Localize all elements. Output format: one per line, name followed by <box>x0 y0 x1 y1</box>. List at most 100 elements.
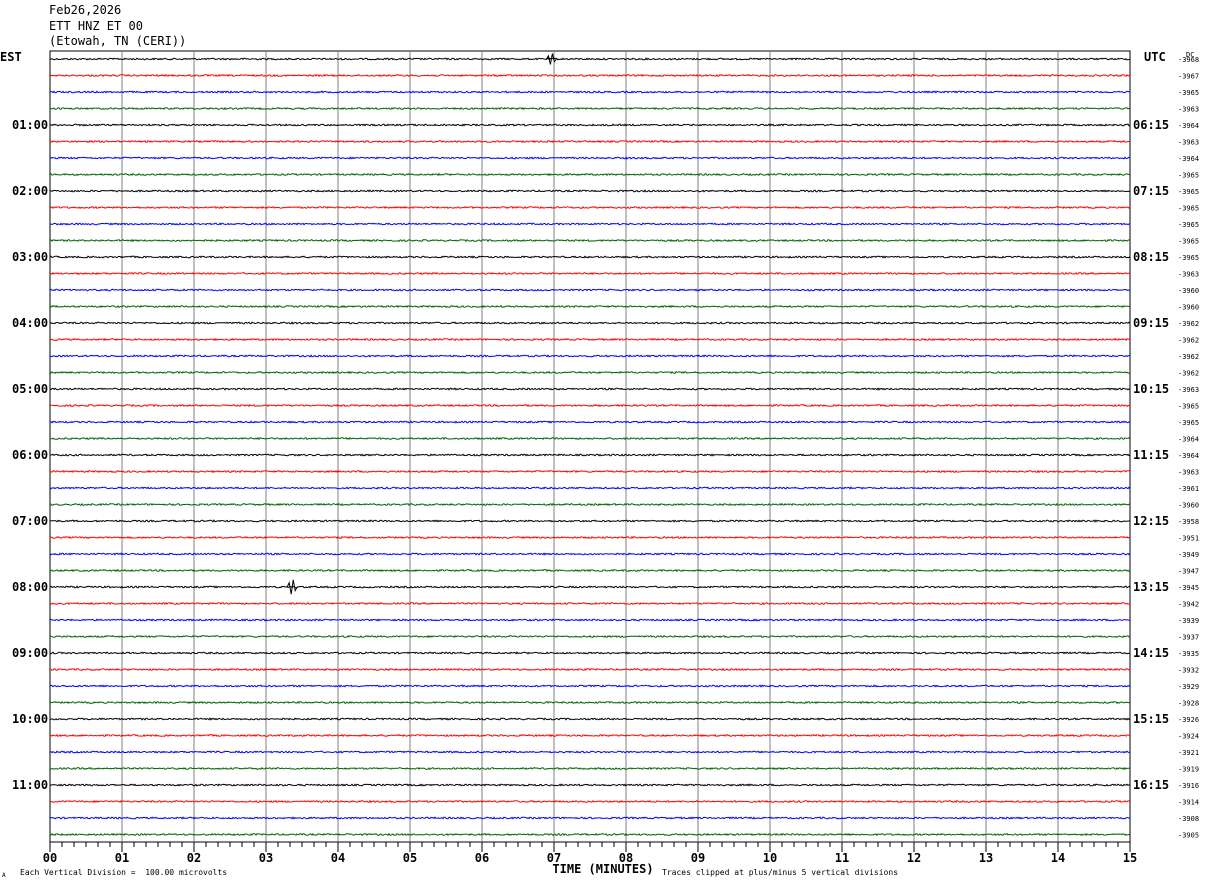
x-tick-label: 02 <box>187 851 201 865</box>
trace-row <box>49 73 1131 78</box>
trace-row <box>49 535 1131 540</box>
trace-row <box>49 651 1131 655</box>
trace-row <box>49 684 1131 688</box>
x-tick-label: 14 <box>1051 851 1065 865</box>
trace-row <box>49 634 1131 639</box>
x-tick-label: 06 <box>475 851 489 865</box>
trace-row <box>49 568 1131 573</box>
right-hour-label: 16:15 <box>1133 778 1169 792</box>
left-hour-label: 07:00 <box>12 514 48 528</box>
trace-row <box>49 106 1131 111</box>
trace-row <box>49 238 1131 243</box>
dc-offset-value: -3932 <box>1178 667 1199 675</box>
trace-row <box>49 469 1131 474</box>
trace-row <box>49 123 1131 127</box>
left-hour-label: 11:00 <box>12 778 48 792</box>
trace-row <box>49 717 1131 721</box>
right-hour-label: 10:15 <box>1133 382 1169 396</box>
right-hour-label: 08:15 <box>1133 250 1169 264</box>
trace-row <box>49 370 1131 375</box>
dc-offset-value: -3967 <box>1178 73 1199 81</box>
trace-row <box>49 585 1131 589</box>
scale-note: Each Vertical Division = 100.00 microvol… <box>20 868 228 877</box>
dc-offset-value: -3964 <box>1178 122 1199 130</box>
left-hour-label: 02:00 <box>12 184 48 198</box>
trace-row <box>49 387 1131 391</box>
dc-offset-value: -3937 <box>1178 634 1199 642</box>
right-hour-label: 15:15 <box>1133 712 1169 726</box>
dc-offset-value: -3965 <box>1178 221 1199 229</box>
trace-row <box>49 189 1131 193</box>
trace-row <box>49 519 1131 523</box>
right-hour-label: 07:15 <box>1133 184 1169 198</box>
right-hour-label: 11:15 <box>1133 448 1169 462</box>
x-tick-label: 01 <box>115 851 129 865</box>
left-hour-label: 10:00 <box>12 712 48 726</box>
dc-offset-value: -3968 <box>1178 56 1199 64</box>
dc-offset-value: -3965 <box>1178 172 1199 180</box>
trace-row <box>49 57 1131 61</box>
trace-row <box>49 552 1131 556</box>
dc-offset-value: -3964 <box>1178 452 1199 460</box>
dc-offset-value: -3949 <box>1178 551 1199 559</box>
dc-offset-value: -3958 <box>1178 518 1199 526</box>
dc-offset-value: -3929 <box>1178 683 1199 691</box>
dc-offset-value: -3963 <box>1178 139 1199 147</box>
helicorder-chart: EST UTC DC01:0002:0003:0004:0005:0006:0007… <box>0 50 1199 876</box>
left-hour-label: 03:00 <box>12 250 48 264</box>
right-hour-label: 12:15 <box>1133 514 1169 528</box>
trace-row <box>49 667 1131 672</box>
trace-row <box>49 271 1131 276</box>
x-tick-label: 09 <box>691 851 705 865</box>
x-tick-label: 03 <box>259 851 273 865</box>
right-hour-label: 14:15 <box>1133 646 1169 660</box>
dc-offset-value: -3960 <box>1178 502 1199 510</box>
dc-offset-value: -3928 <box>1178 700 1199 708</box>
event-spike <box>545 53 557 65</box>
dc-offset-value: -3961 <box>1178 485 1199 493</box>
x-axis-label: TIME (MINUTES) <box>552 862 653 876</box>
trace-row <box>49 139 1131 144</box>
dc-offset-value: -3947 <box>1178 568 1199 576</box>
trace-row <box>49 304 1131 309</box>
left-hour-label: 06:00 <box>12 448 48 462</box>
left-hour-label: 01:00 <box>12 118 48 132</box>
dc-offset-value: -3962 <box>1178 320 1199 328</box>
x-tick-label: 13 <box>979 851 993 865</box>
dc-offset-value: -3963 <box>1178 469 1199 477</box>
dc-offset-value: -3965 <box>1178 89 1199 97</box>
x-tick-label: 00 <box>43 851 57 865</box>
trace-row <box>49 453 1131 457</box>
dc-offset-value: -3905 <box>1178 832 1199 840</box>
dc-offset-value: -3960 <box>1178 287 1199 295</box>
dc-offset-value: -3939 <box>1178 617 1199 625</box>
left-hour-label: 09:00 <box>12 646 48 660</box>
trace-row <box>49 783 1131 787</box>
dc-offset-value: -3908 <box>1178 815 1199 823</box>
right-timezone-label: UTC <box>1144 50 1166 64</box>
x-tick-label: 11 <box>835 851 849 865</box>
dc-offset-value: -3945 <box>1178 584 1199 592</box>
trace-row <box>49 288 1131 292</box>
trace-row <box>49 733 1130 738</box>
left-hour-label: 05:00 <box>12 382 48 396</box>
trace-row <box>49 816 1131 820</box>
x-tick-label: 12 <box>907 851 921 865</box>
x-tick-label: 05 <box>403 851 417 865</box>
dc-offset-value: -3962 <box>1178 370 1199 378</box>
clip-note: Traces clipped at plus/minus 5 vertical … <box>662 868 899 877</box>
dc-offset-value: -3965 <box>1178 205 1199 213</box>
dc-offset-value: -3963 <box>1178 386 1199 394</box>
dc-offset-value: -3965 <box>1178 254 1199 262</box>
dc-offset-value: -3921 <box>1178 749 1199 757</box>
trace-row <box>49 403 1131 408</box>
dc-offset-value: -3965 <box>1178 419 1199 427</box>
trace-row <box>49 436 1131 441</box>
trace-row <box>49 172 1131 177</box>
dc-offset-value: -3924 <box>1178 733 1199 741</box>
dc-offset-value: -3926 <box>1178 716 1199 724</box>
trace-row <box>49 766 1131 771</box>
dc-offset-value: -3914 <box>1178 799 1199 807</box>
right-hour-label: 13:15 <box>1133 580 1169 594</box>
dc-offset-value: -3965 <box>1178 238 1199 246</box>
